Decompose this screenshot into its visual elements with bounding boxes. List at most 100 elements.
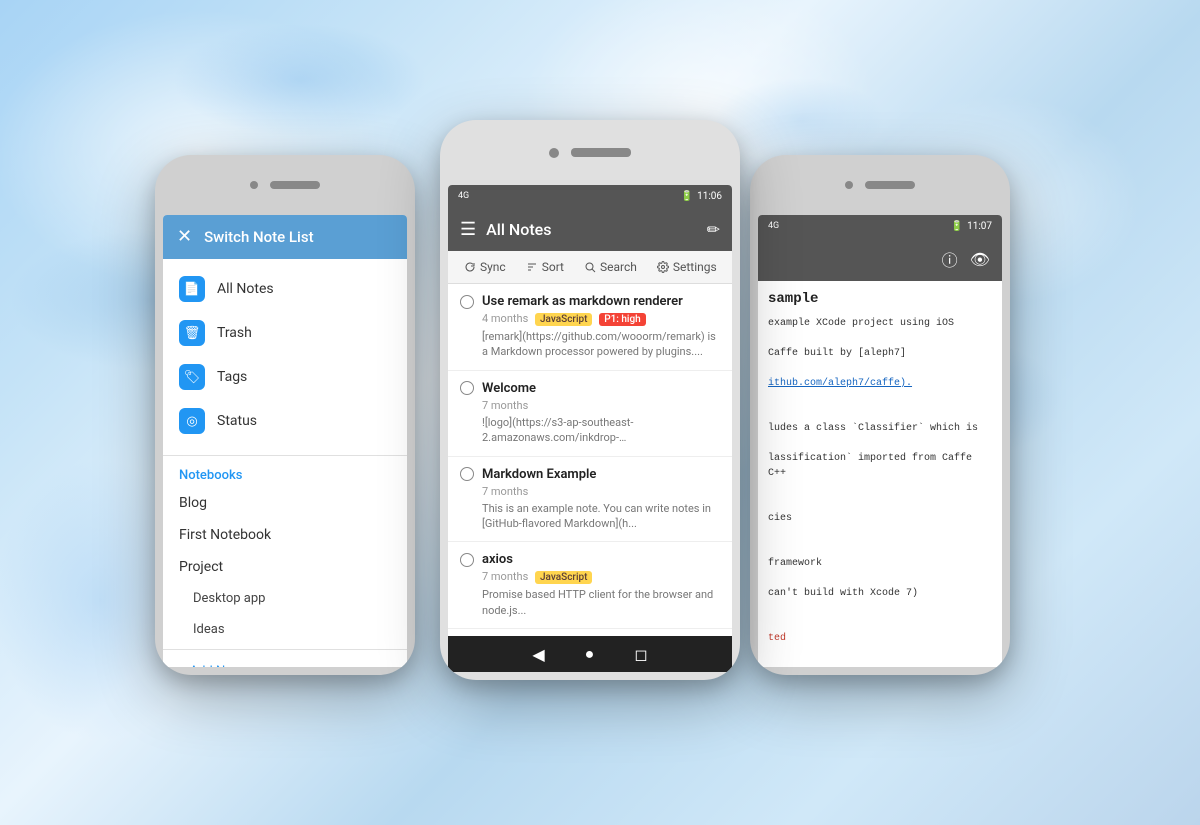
phone-right-camera <box>845 181 853 189</box>
info-icon[interactable]: ⓘ <box>942 247 958 271</box>
status-bar-time: 11:06 <box>697 191 722 202</box>
all-notes-app-bar: ☰ All Notes ✏ <box>448 207 732 251</box>
edit-icon[interactable]: ✏ <box>707 220 720 239</box>
note-item-2[interactable]: Markdown Example 7 months This is an exa… <box>448 457 732 543</box>
note-item-1[interactable]: Welcome 7 months ![logo](https://s3-ap-s… <box>448 371 732 457</box>
sync-label: Sync <box>480 260 506 274</box>
nav-section-main: 📄 All Notes 🗑 Trash 🏷 Tags ◎ Status <box>163 259 407 451</box>
code-note-title: sample <box>768 289 992 310</box>
notebook-desktop-app[interactable]: Desktop app <box>163 583 407 614</box>
preview-icon[interactable]: 👁 <box>970 250 990 269</box>
phone-left: ✕ Switch Note List 📄 All Notes 🗑 Trash 🏷… <box>155 155 415 675</box>
settings-button[interactable]: Settings <box>651 257 723 277</box>
note-meta-3: 7 months JavaScript <box>460 570 720 584</box>
sync-button[interactable]: Sync <box>458 257 512 277</box>
right-status-battery: 🔋 <box>951 221 963 232</box>
tag-p1-0: P1: high <box>599 313 646 326</box>
note-header-3: axios <box>460 552 720 567</box>
search-label: Search <box>600 260 637 274</box>
note-checkbox-1[interactable] <box>460 381 474 395</box>
sort-button[interactable]: Sort <box>520 257 570 277</box>
note-title-1: Welcome <box>482 381 536 396</box>
code-area: sample example XCode project using iOS C… <box>758 281 1002 667</box>
code-line-7: cies <box>768 511 992 526</box>
code-line-4: ludes a class `Classifier` which is <box>768 421 992 436</box>
note-preview-3: Promise based HTTP client for the browse… <box>460 587 720 618</box>
phone-left-top <box>155 155 415 215</box>
notebook-ideas[interactable]: Ideas <box>163 614 407 645</box>
note-checkbox-3[interactable] <box>460 553 474 567</box>
note-preview-0: [remark](https://github.com/wooorm/remar… <box>460 329 720 360</box>
tag-javascript-3: JavaScript <box>535 571 592 584</box>
center-status-bar: 4G 🔋 11:06 <box>448 185 732 207</box>
phone-center-camera <box>549 148 559 158</box>
back-nav-icon[interactable]: ◀ <box>532 645 544 664</box>
nav-item-trash[interactable]: 🗑 Trash <box>163 311 407 355</box>
tag-javascript-0: JavaScript <box>535 313 592 326</box>
code-line-10: can't build with Xcode 7) <box>768 586 992 601</box>
note-header-0: Use remark as markdown renderer <box>460 294 720 309</box>
recent-nav-icon[interactable]: ◻ <box>634 645 647 664</box>
phone-right-screen: 4G 🔋 11:07 ⓘ 👁 sample example XCode proj… <box>758 215 1002 667</box>
code-line-12: ted <box>768 631 992 646</box>
code-line-2: ithub.com/aleph7/caffe). <box>768 376 992 391</box>
app-bar-title: All Notes <box>486 220 696 239</box>
right-status-time: 11:07 <box>967 221 992 232</box>
notebook-blog[interactable]: Blog <box>163 487 407 519</box>
phone-left-speaker <box>270 181 320 189</box>
note-title-0: Use remark as markdown renderer <box>482 294 683 309</box>
note-checkbox-0[interactable] <box>460 295 474 309</box>
note-item-0[interactable]: Use remark as markdown renderer 4 months… <box>448 284 732 371</box>
close-icon[interactable]: ✕ <box>177 228 192 246</box>
nav-item-tags[interactable]: 🏷 Tags <box>163 355 407 399</box>
status-bar-signal: 4G <box>458 191 469 201</box>
phone-left-screen: ✕ Switch Note List 📄 All Notes 🗑 Trash 🏷… <box>163 215 407 667</box>
center-bottom-bar: ◀ ● ◻ <box>448 636 732 672</box>
add-notebook-button[interactable]: + Add N... <box>163 654 407 667</box>
note-header-1: Welcome <box>460 381 720 396</box>
notes-toolbar: Sync Sort Search Settings <box>448 251 732 284</box>
note-title-3: axios <box>482 552 513 567</box>
phone-center-speaker <box>571 148 631 157</box>
nav-label-tags: Tags <box>217 369 247 385</box>
sort-label: Sort <box>542 260 564 274</box>
switch-note-list-title: Switch Note List <box>204 228 313 246</box>
phones-container: ✕ Switch Note List 📄 All Notes 🗑 Trash 🏷… <box>0 0 1200 825</box>
right-app-bar: ⓘ 👁 <box>758 237 1002 281</box>
status-bar-battery: 🔋 <box>681 191 693 202</box>
search-button[interactable]: Search <box>578 257 643 277</box>
home-nav-icon[interactable]: ● <box>585 644 595 664</box>
nav-label-status: Status <box>217 413 257 429</box>
note-meta-2: 7 months <box>460 485 720 498</box>
code-line-9: framework <box>768 556 992 571</box>
tags-icon: 🏷 <box>179 364 205 390</box>
notebooks-section-title: Notebooks <box>163 460 407 487</box>
code-line-5: lassification` imported from Caffe C++ <box>768 451 992 481</box>
notebook-project[interactable]: Project <box>163 551 407 583</box>
note-preview-2: This is an example note. You can write n… <box>460 501 720 532</box>
note-title-2: Markdown Example <box>482 467 596 482</box>
status-icon: ◎ <box>179 408 205 434</box>
note-checkbox-2[interactable] <box>460 467 474 481</box>
phone-center: 4G 🔋 11:06 ☰ All Notes ✏ Sync Sort <box>440 120 740 680</box>
settings-label: Settings <box>673 260 717 274</box>
phone-right: 4G 🔋 11:07 ⓘ 👁 sample example XCode proj… <box>750 155 1010 675</box>
nav-label-trash: Trash <box>217 325 252 341</box>
phone-right-speaker <box>865 181 915 189</box>
all-notes-icon: 📄 <box>179 276 205 302</box>
code-line-0: example XCode project using iOS <box>768 316 992 331</box>
hamburger-icon[interactable]: ☰ <box>460 219 476 240</box>
note-item-3[interactable]: axios 7 months JavaScript Promise based … <box>448 542 732 629</box>
switch-note-list-header: ✕ Switch Note List <box>163 215 407 259</box>
note-header-2: Markdown Example <box>460 467 720 482</box>
notebook-first[interactable]: First Notebook <box>163 519 407 551</box>
code-line-1: Caffe built by [aleph7] <box>768 346 992 361</box>
phone-left-camera <box>250 181 258 189</box>
nav-item-status[interactable]: ◎ Status <box>163 399 407 443</box>
divider-1 <box>163 455 407 456</box>
phone-center-top <box>440 120 740 185</box>
note-meta-1: 7 months <box>460 399 720 412</box>
note-meta-0: 4 months JavaScript P1: high <box>460 312 720 326</box>
notes-list[interactable]: Use remark as markdown renderer 4 months… <box>448 284 732 672</box>
nav-item-all-notes[interactable]: 📄 All Notes <box>163 267 407 311</box>
